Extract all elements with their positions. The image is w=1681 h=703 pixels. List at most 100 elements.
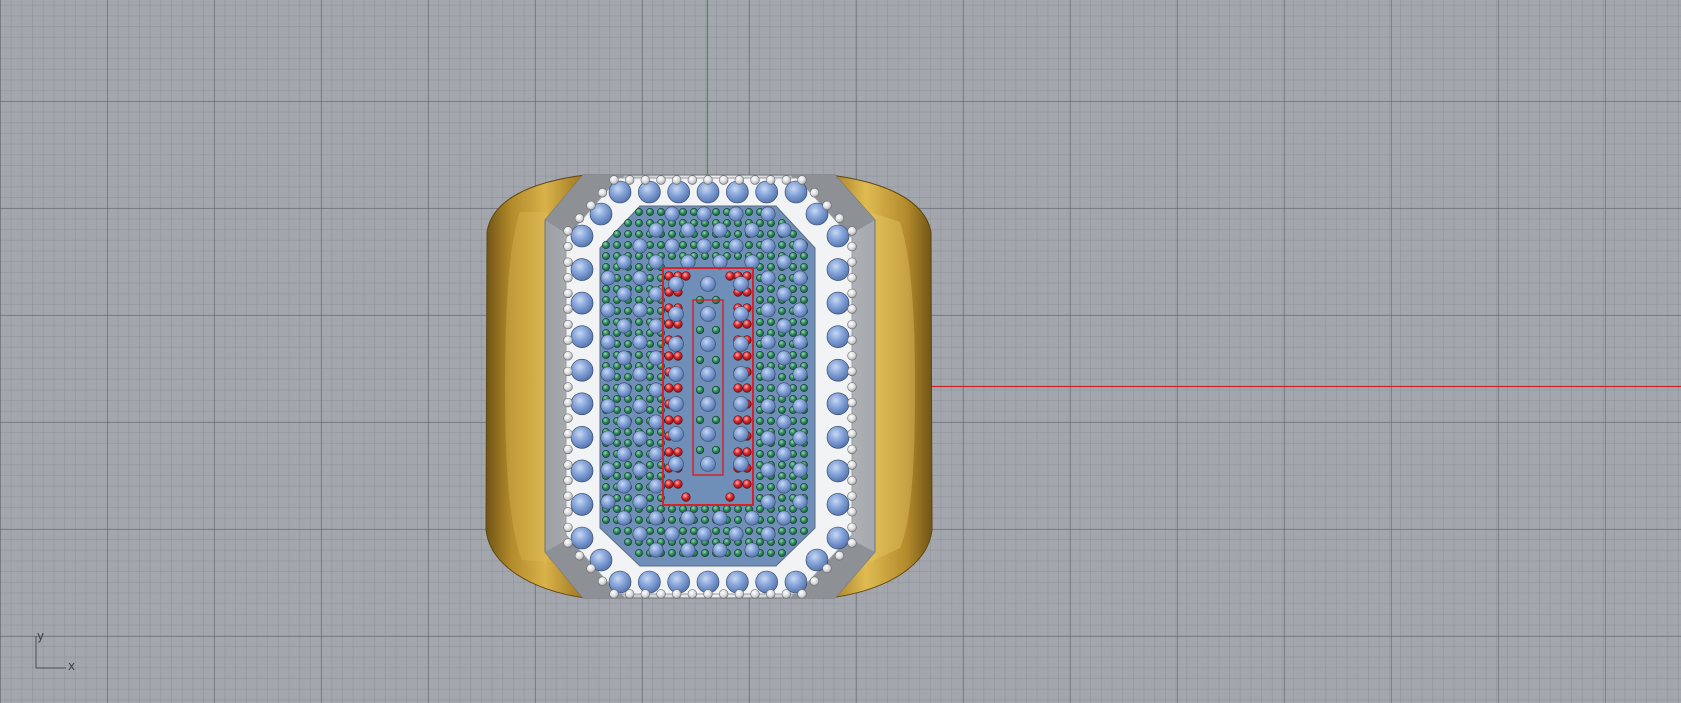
halo-stone — [826, 358, 850, 382]
pave-stone — [760, 334, 776, 350]
accent-stone — [789, 329, 797, 337]
pave-stone — [696, 206, 712, 222]
bead — [834, 551, 845, 561]
accent-stone — [646, 461, 654, 469]
halo-stone — [570, 526, 594, 550]
accent-stone — [756, 362, 764, 370]
bead — [563, 319, 573, 330]
accent-stone — [624, 274, 632, 282]
accent-stone — [800, 516, 808, 524]
letter-stone — [742, 415, 752, 425]
pave-stone — [712, 542, 728, 558]
pave-stone — [792, 302, 808, 318]
pave-stone — [648, 254, 664, 270]
accent-stone — [613, 230, 621, 238]
pave-stone — [733, 306, 749, 322]
accent-stone — [635, 219, 643, 227]
pave-stone — [712, 222, 728, 238]
accent-stone — [635, 252, 643, 260]
accent-stone — [800, 384, 808, 392]
pave-stone — [760, 462, 776, 478]
bead — [718, 589, 729, 599]
bead — [563, 273, 573, 283]
pave-stone — [648, 478, 664, 494]
accent-stone — [695, 325, 705, 335]
accent-stone — [756, 417, 764, 425]
accent-stone — [668, 549, 676, 557]
pave-stone — [648, 318, 664, 334]
accent-stone — [778, 340, 786, 348]
pave-stone — [616, 510, 632, 526]
pave-stone — [616, 478, 632, 494]
accent-stone — [800, 263, 808, 271]
halo-stone — [826, 258, 850, 281]
accent-stone — [695, 445, 705, 455]
accent-stone — [602, 417, 610, 425]
pave-stone — [632, 494, 648, 510]
pave-stone — [616, 446, 632, 462]
halo-stone — [826, 392, 850, 416]
accent-stone — [800, 285, 808, 293]
bead — [563, 382, 573, 392]
rhino-viewport-top[interactable]: y x — [0, 0, 1681, 703]
pave-stone — [760, 398, 776, 414]
halo-stone — [570, 392, 594, 416]
accent-stone — [756, 329, 764, 337]
accent-stone — [635, 318, 643, 326]
bead — [563, 226, 573, 236]
accent-stone — [624, 307, 632, 315]
pave-stone — [700, 276, 716, 292]
letter-stone — [673, 351, 683, 361]
accent-stone — [613, 505, 621, 513]
pave-stone — [600, 494, 616, 510]
bead — [750, 175, 760, 185]
bead — [847, 319, 857, 330]
pave-stone — [776, 254, 792, 270]
halo-stone — [826, 426, 850, 449]
pave-stone — [648, 414, 664, 430]
accent-stone — [679, 241, 687, 249]
accent-stone — [701, 549, 709, 557]
letter-stone — [664, 415, 674, 425]
pave-stone — [744, 222, 760, 238]
pave-stone — [680, 222, 696, 238]
accent-stone — [767, 318, 775, 326]
bead — [671, 175, 682, 185]
pave-stone — [668, 426, 684, 442]
pave-stone — [733, 426, 749, 442]
accent-stone — [679, 527, 687, 535]
halo-stone — [570, 493, 594, 516]
pave-stone — [668, 366, 684, 382]
pave-stone — [733, 276, 749, 292]
accent-stone — [711, 415, 721, 425]
halo-stone — [726, 570, 749, 594]
pave-stone — [632, 302, 648, 318]
pave-stone — [616, 318, 632, 334]
pave-stone — [760, 494, 776, 510]
accent-stone — [778, 538, 786, 546]
pave-stone — [696, 526, 712, 542]
bead — [847, 351, 857, 361]
pave-stone — [648, 446, 664, 462]
bead — [847, 429, 857, 439]
bead — [640, 589, 651, 599]
bead — [574, 551, 585, 561]
pave-stone — [600, 398, 616, 414]
bead — [563, 288, 573, 299]
letter-stone — [673, 383, 683, 393]
accent-stone — [723, 505, 731, 513]
ring-scene[interactable] — [0, 0, 1681, 703]
accent-stone — [778, 307, 786, 315]
accent-stone — [624, 472, 632, 480]
accent-stone — [800, 351, 808, 359]
pave-stone — [792, 334, 808, 350]
ring-head[interactable] — [544, 174, 876, 599]
pave-stone — [776, 222, 792, 238]
accent-stone — [767, 230, 775, 238]
pave-stone — [632, 238, 648, 254]
pave-stone — [700, 396, 716, 412]
accent-stone — [778, 439, 786, 447]
accent-stone — [635, 296, 643, 304]
accent-stone — [778, 549, 786, 557]
halo-stone — [726, 180, 749, 204]
